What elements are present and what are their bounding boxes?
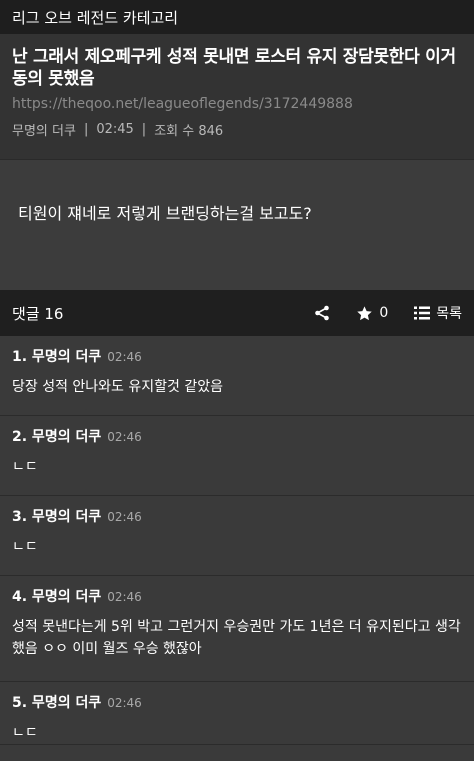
comment-author[interactable]: 4. 무명의 더쿠	[12, 586, 101, 606]
list-icon	[414, 306, 431, 320]
comment-count: 댓글 16	[12, 304, 64, 323]
comment-text: ㄴㄷ	[12, 725, 38, 741]
comment-item: 4. 무명의 더쿠 02:46 성적 못낸다는게 5위 박고 그런거지 우승권만…	[0, 576, 474, 682]
comment-text: 당장 성적 안나와도 유지할것 같았음	[12, 379, 223, 395]
list-label: 목록	[436, 306, 462, 322]
post-url-link[interactable]: https://theqoo.net/leagueoflegends/31724…	[12, 96, 462, 112]
post-author: 무명의 더쿠	[12, 124, 76, 139]
comment-item: 3. 무명의 더쿠 02:46 ㄴㄷ	[0, 496, 474, 576]
comment-item: 2. 무명의 더쿠 02:46 ㄴㄷ	[0, 416, 474, 496]
bookmark-count: 0	[379, 305, 389, 321]
comment-time: 02:46	[107, 350, 142, 364]
post-body-text: 티원이 쟤네로 저렇게 브랜딩하는걸 보고도?	[18, 204, 312, 223]
post-time: 02:45	[96, 122, 134, 137]
comment-item: 5. 무명의 더쿠 02:46 ㄴㄷ	[0, 682, 474, 745]
comment-time: 02:46	[107, 696, 142, 710]
category-title[interactable]: 리그 오브 레전드 카테고리	[12, 7, 178, 28]
comment-author[interactable]: 3. 무명의 더쿠	[12, 506, 101, 526]
comment-text: 성적 못낸다는게 5위 박고 그런거지 우승권만 가도 1년은 더 유지된다고 …	[12, 619, 461, 657]
comment-list: 1. 무명의 더쿠 02:46 당장 성적 안나와도 유지할것 같았음 2. 무…	[0, 336, 474, 745]
category-header[interactable]: 리그 오브 레전드 카테고리	[0, 0, 474, 34]
comment-text: ㄴㄷ	[12, 539, 38, 555]
comment-author[interactable]: 5. 무명의 더쿠	[12, 692, 101, 712]
star-icon	[357, 305, 373, 320]
comment-author[interactable]: 2. 무명의 더쿠	[12, 426, 101, 446]
comment-time: 02:46	[107, 590, 142, 604]
post-header: 난 그래서 제오페구케 성적 못내면 로스터 유지 장담못한다 이거 동의 못했…	[0, 34, 474, 160]
comment-toolbar: 댓글 16 0 목록	[0, 290, 474, 336]
comment-text: ㄴㄷ	[12, 459, 38, 475]
meta-separator: |	[141, 122, 147, 137]
post-meta: 무명의 더쿠 | 02:45 | 조회 수 846	[12, 120, 462, 139]
share-icon	[315, 305, 330, 321]
post-body: 티원이 쟤네로 저렇게 브랜딩하는걸 보고도?	[0, 160, 474, 290]
list-button[interactable]: 목록	[414, 303, 462, 323]
post-views: 조회 수 846	[154, 124, 224, 139]
bookmark-button[interactable]: 0	[356, 305, 388, 322]
comment-author[interactable]: 1. 무명의 더쿠	[12, 346, 101, 366]
share-button[interactable]	[314, 305, 330, 321]
meta-separator: |	[83, 122, 89, 137]
comment-time: 02:46	[107, 510, 142, 524]
post-title: 난 그래서 제오페구케 성적 못내면 로스터 유지 장담못한다 이거 동의 못했…	[12, 47, 456, 89]
comment-time: 02:46	[107, 430, 142, 444]
comment-item: 1. 무명의 더쿠 02:46 당장 성적 안나와도 유지할것 같았음	[0, 336, 474, 416]
